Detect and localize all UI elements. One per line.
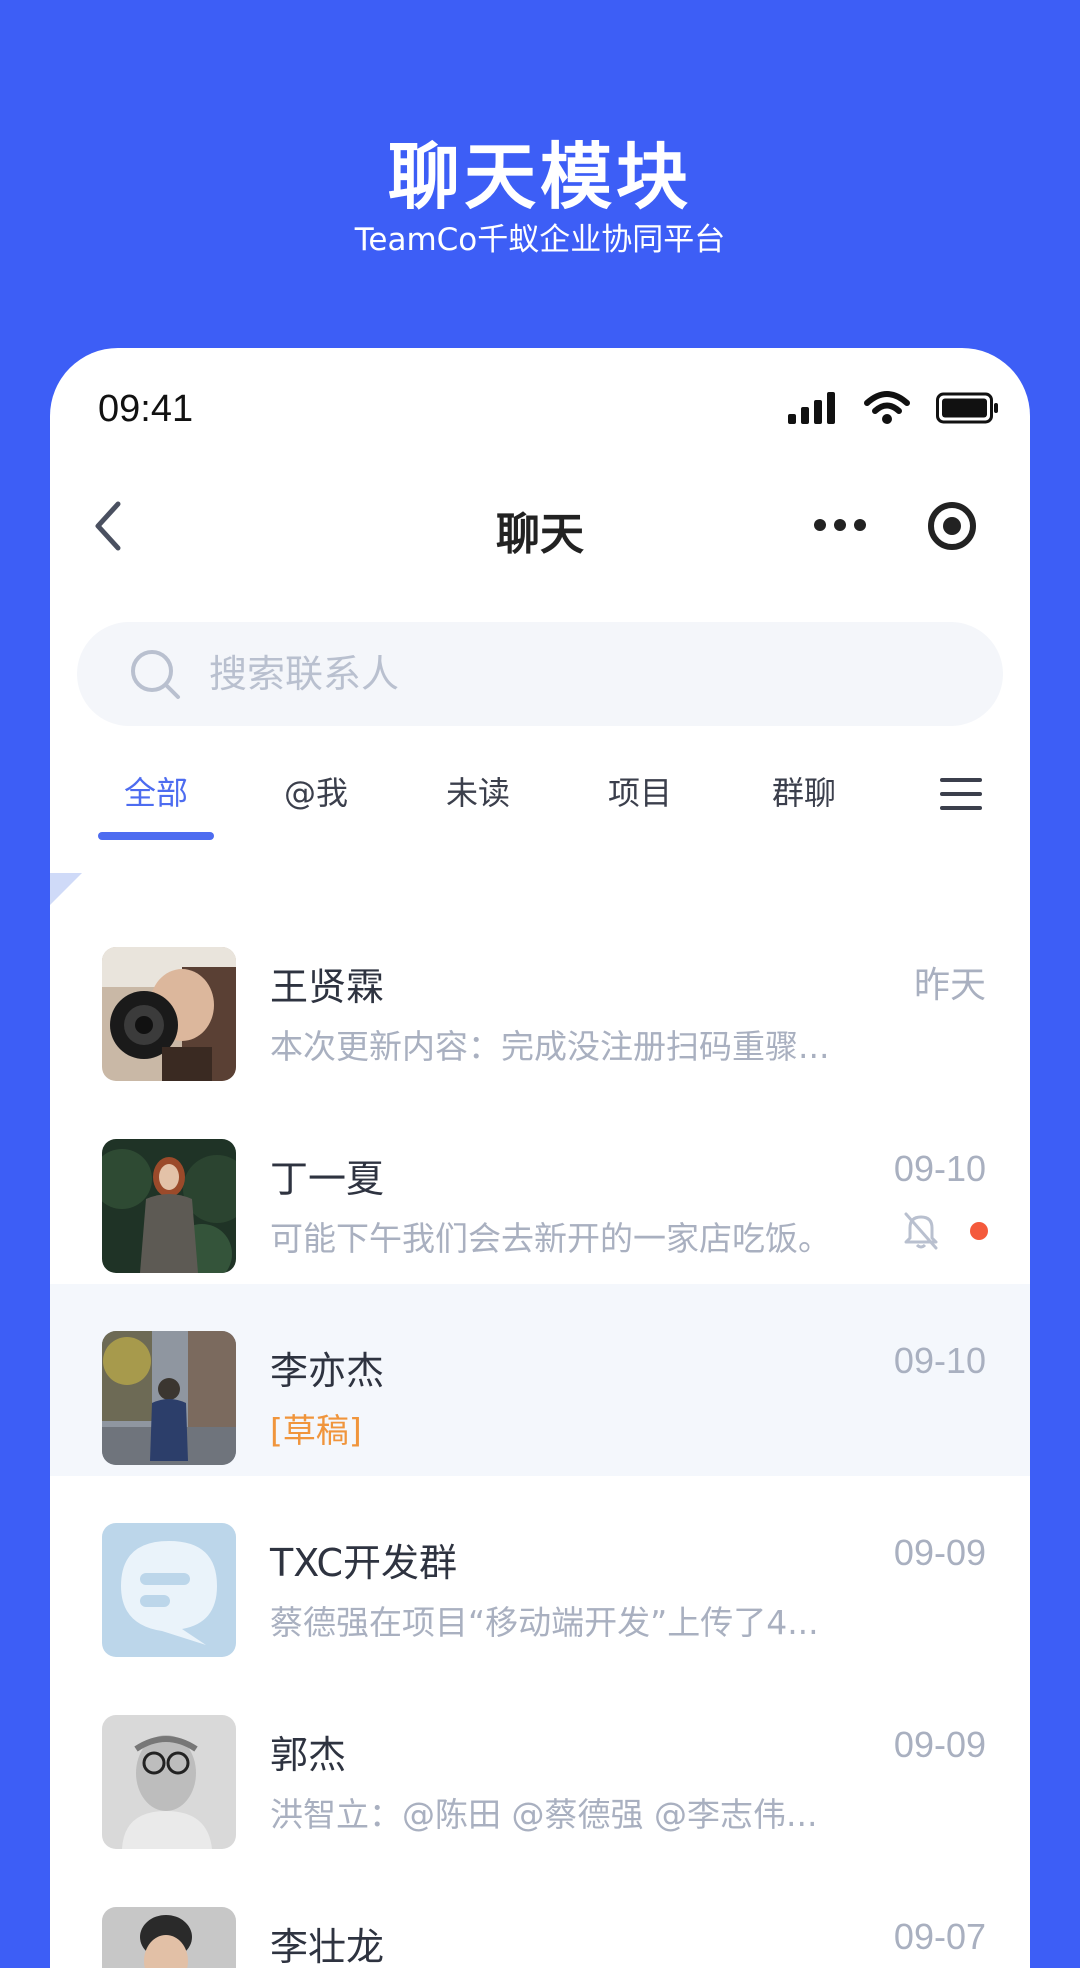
mute-bell-icon xyxy=(904,1212,938,1250)
tab-projects[interactable]: 项目 xyxy=(570,768,710,814)
chat-row[interactable]: 丁一夏 09-10 可能下午我们会去新开的一家店吃饭。 xyxy=(50,1092,1030,1284)
chat-message: 本次更新内容：完成没注册扫码重骤... xyxy=(270,1027,830,1066)
avatar xyxy=(102,1139,236,1273)
chat-message: 可能下午我们会去新开的一家店吃饭。 xyxy=(270,1219,831,1258)
avatar-man-portrait-image xyxy=(102,1907,236,1968)
search-input[interactable] xyxy=(207,651,911,697)
avatar xyxy=(102,947,236,1081)
avatar-street-image xyxy=(102,1331,236,1465)
avatar xyxy=(102,1907,236,1968)
chat-time: 09-07 xyxy=(893,1916,986,1957)
tab-groups[interactable]: 群聊 xyxy=(734,768,874,814)
signal-icon xyxy=(788,392,835,424)
hero-subtitle: TeamCo千蚁企业协同平台 xyxy=(354,222,726,258)
wifi-icon xyxy=(864,391,910,424)
chat-name: 王贤霖 xyxy=(270,965,385,1009)
chat-row[interactable]: 王贤霖 昨天 本次更新内容：完成没注册扫码重骤... xyxy=(50,900,1030,1092)
chat-message: 洪智立：@陈田 @蔡德强 @李志伟... xyxy=(270,1795,818,1834)
chat-row[interactable]: 李亦杰 09-10 [草稿] xyxy=(50,1284,1030,1476)
chat-list: 王贤霖 昨天 本次更新内容：完成没注册扫码重骤... 丁一夏 09-10 可能下… xyxy=(50,900,1030,1968)
chat-row[interactable]: 李壮龙 09-07 xyxy=(50,1860,1030,1968)
chat-tabs: 全部 @我 未读 项目 群聊 xyxy=(50,768,1030,868)
close-target-button[interactable] xyxy=(926,500,978,552)
avatar-woman-forest-image xyxy=(102,1139,236,1273)
chat-time: 昨天 xyxy=(913,964,986,1005)
chat-time: 09-09 xyxy=(893,1724,986,1765)
chat-name: 丁一夏 xyxy=(270,1157,385,1201)
tab-unread[interactable]: 未读 xyxy=(408,768,548,814)
chat-name: 郭杰 xyxy=(270,1733,347,1777)
status-time: 09:41 xyxy=(98,388,194,430)
phone-screen: 09:41 聊天 搜索联系人 全部 @我 未读 项目 群聊 王贤霖 昨天 本次更… xyxy=(50,348,1030,1968)
group-chat-icon xyxy=(102,1523,236,1657)
chat-draft: [草稿] xyxy=(270,1411,362,1450)
chat-row[interactable]: TXC开发群 09-09 蔡德强在项目“移动端开发”上传了4... xyxy=(50,1476,1030,1668)
tab-all[interactable]: 全部 xyxy=(86,768,226,814)
avatar xyxy=(102,1715,236,1849)
search-bar[interactable] xyxy=(77,622,1003,726)
chat-message: 蔡德强在项目“移动端开发”上传了4... xyxy=(270,1603,819,1642)
menu-icon[interactable] xyxy=(940,776,982,812)
chat-time: 09-09 xyxy=(893,1532,986,1573)
chat-time: 09-10 xyxy=(893,1148,986,1189)
battery-icon xyxy=(936,392,998,424)
avatar-man-glasses-image xyxy=(102,1715,236,1849)
chat-time: 09-10 xyxy=(893,1340,986,1381)
chat-name: 李壮龙 xyxy=(270,1925,385,1968)
avatar-photographer-image xyxy=(102,947,236,1081)
chat-name: 李亦杰 xyxy=(270,1349,385,1393)
tab-mentions[interactable]: @我 xyxy=(246,768,386,814)
status-icons xyxy=(788,388,1000,428)
search-icon xyxy=(131,650,180,699)
hero-title: 聊天模块 xyxy=(387,135,692,219)
unread-dot xyxy=(970,1222,988,1240)
more-button[interactable] xyxy=(812,503,868,547)
tab-indicator xyxy=(98,832,214,840)
chat-name: TXC开发群 xyxy=(270,1541,458,1585)
chat-row[interactable]: 郭杰 09-09 洪智立：@陈田 @蔡德强 @李志伟... xyxy=(50,1668,1030,1860)
page-title: 聊天 xyxy=(496,509,584,560)
avatar xyxy=(102,1523,236,1657)
avatar xyxy=(102,1331,236,1465)
